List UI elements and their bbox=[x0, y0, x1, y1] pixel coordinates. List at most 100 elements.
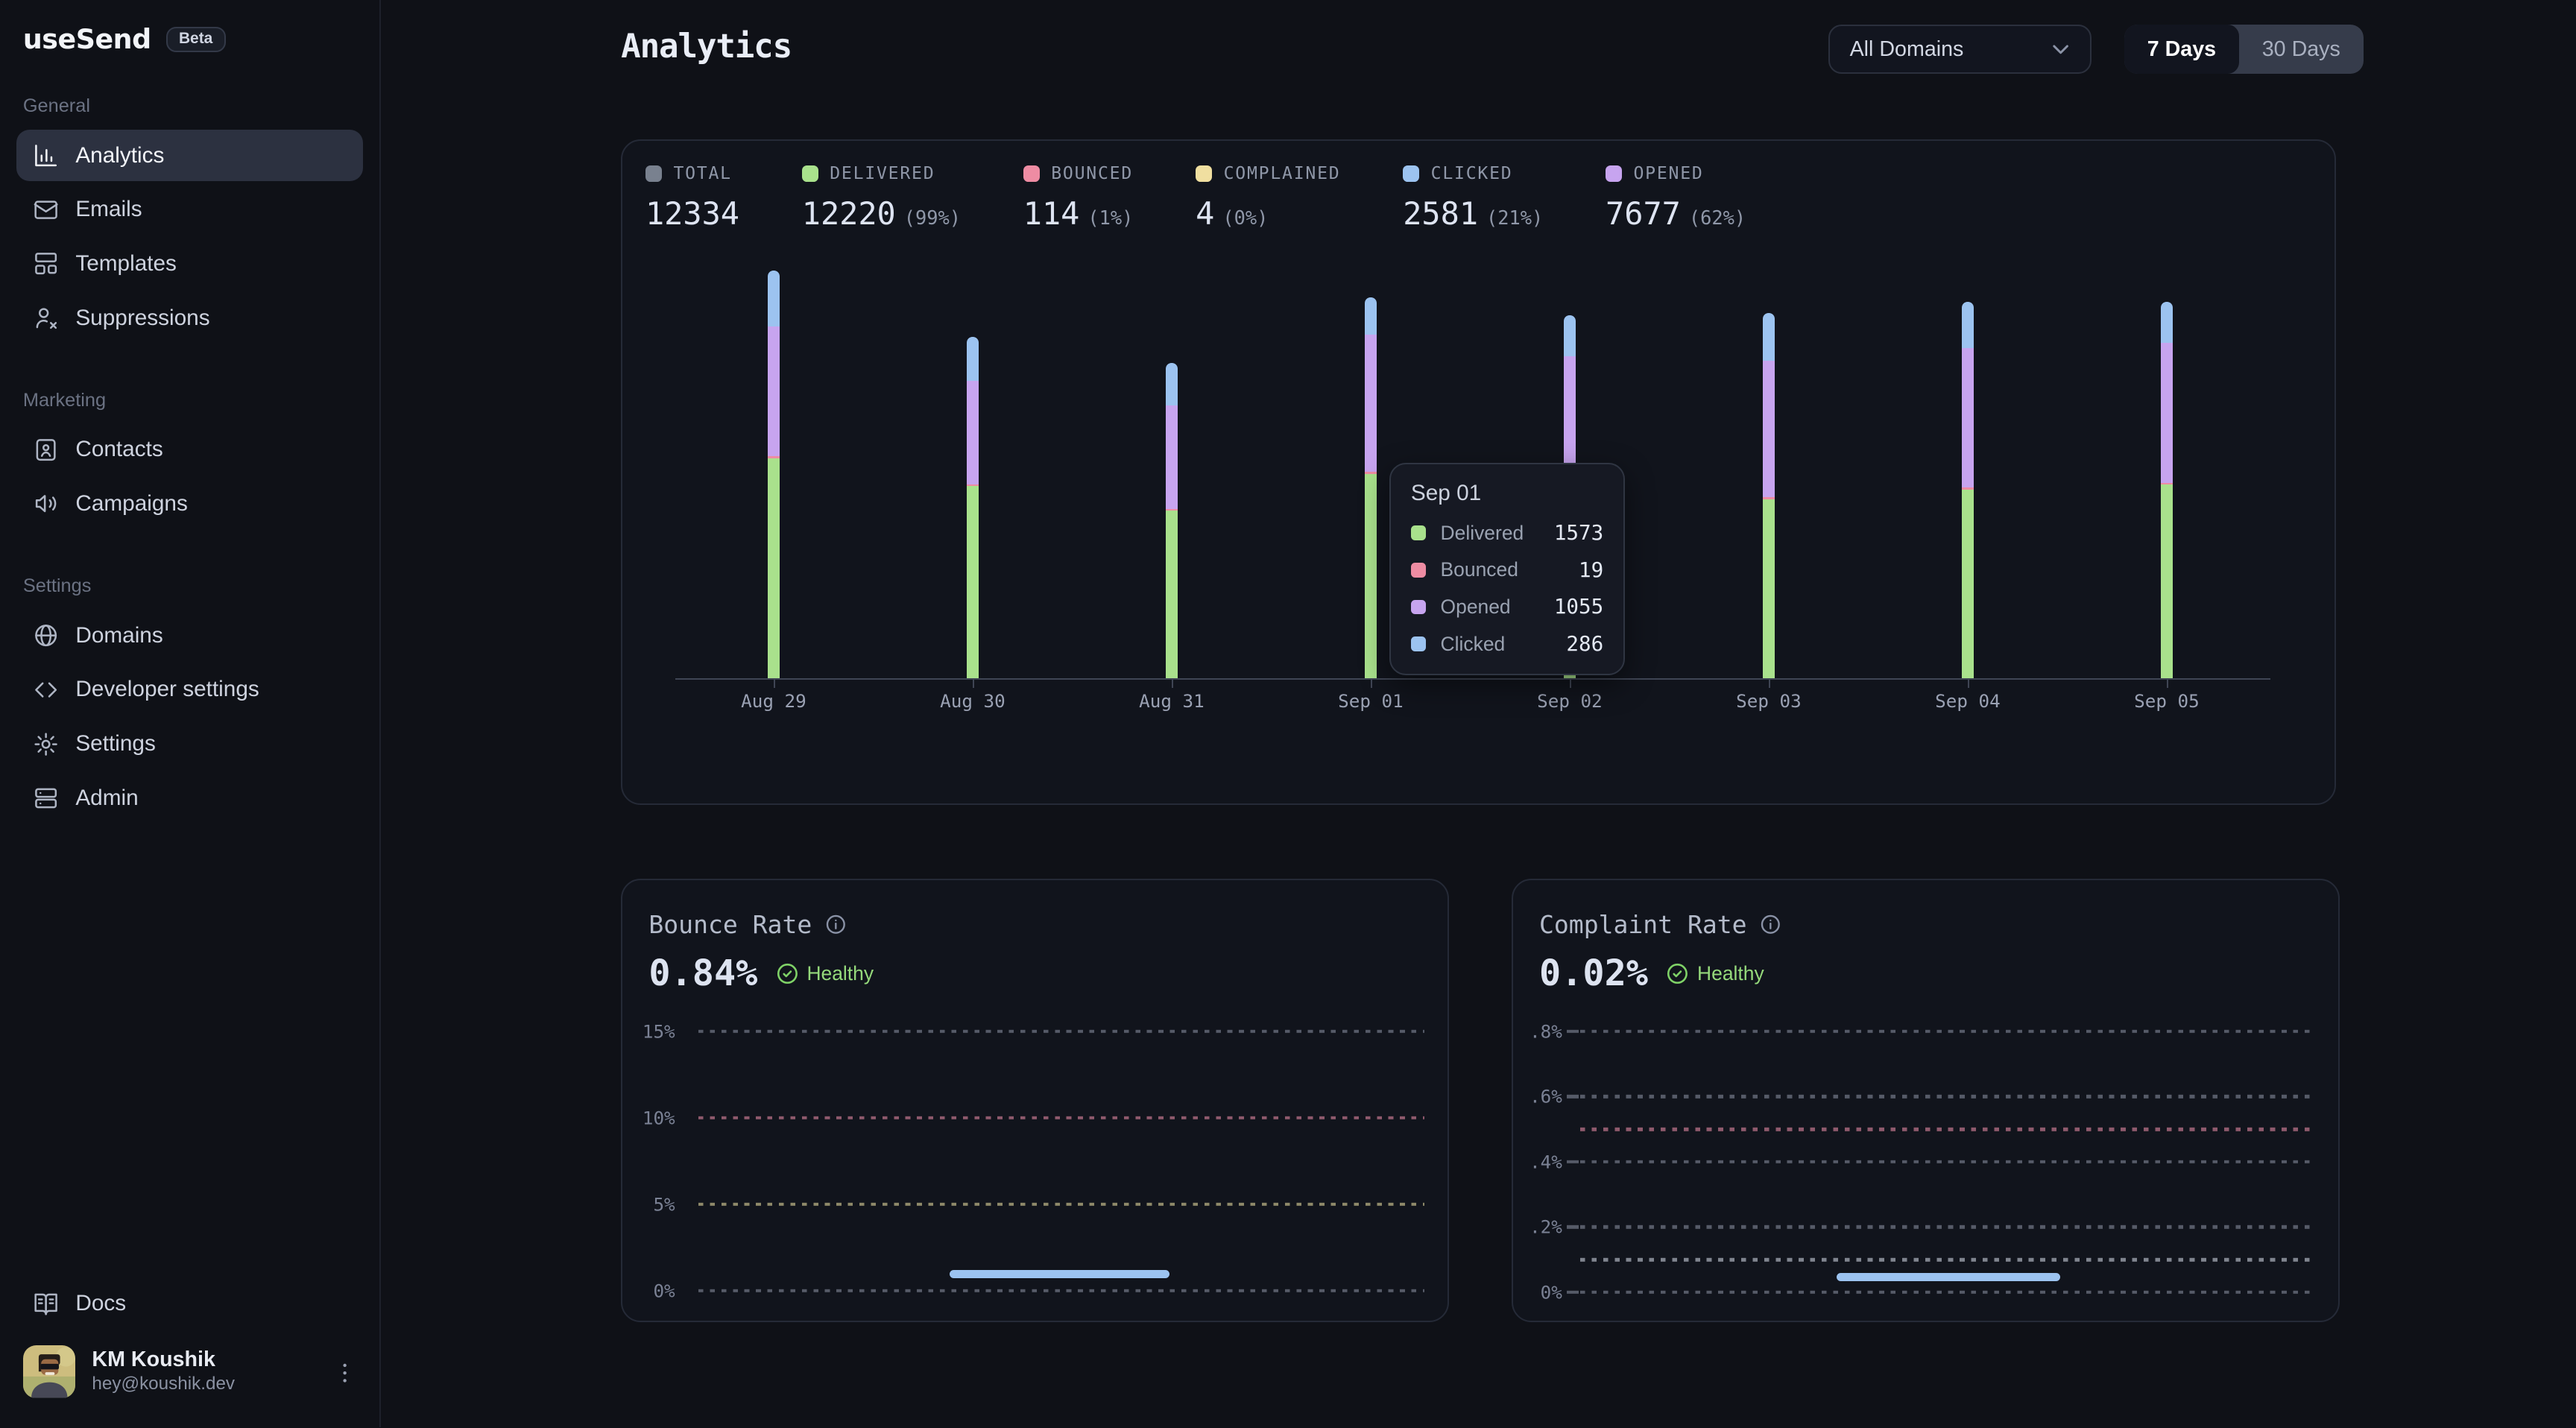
bar-sep-03[interactable] bbox=[1763, 313, 1774, 678]
x-axis-label: Aug 29 bbox=[741, 690, 806, 712]
sidebar-nav: General AnalyticsEmailsTemplatesSuppressi… bbox=[16, 95, 363, 824]
y-axis-tick bbox=[1567, 1095, 1578, 1098]
domain-filter-value: All Domains bbox=[1850, 37, 1964, 62]
sidebar-item-admin[interactable]: Admin bbox=[16, 773, 363, 824]
bar-sep-01[interactable] bbox=[1365, 297, 1376, 678]
bar-segment-clicked bbox=[2161, 302, 2172, 343]
x-axis-label: Sep 02 bbox=[1537, 690, 1603, 712]
gridline bbox=[1580, 1030, 2311, 1033]
date-range-toggle: 7 Days30 Days bbox=[2124, 25, 2364, 74]
sidebar-item-developer-settings[interactable]: Developer settings bbox=[16, 664, 363, 715]
bar-segment-opened bbox=[1564, 356, 1575, 494]
bar-sep-04[interactable] bbox=[1962, 302, 1973, 678]
domain-filter-select[interactable]: All Domains bbox=[1828, 25, 2092, 74]
bar-sep-02[interactable] bbox=[1564, 315, 1575, 679]
y-axis-label: 10% bbox=[622, 1107, 675, 1128]
server-icon bbox=[33, 785, 59, 811]
bar-segment-opened bbox=[1365, 335, 1376, 472]
sidebar-item-analytics[interactable]: Analytics bbox=[16, 130, 363, 180]
gridline bbox=[698, 1289, 1424, 1292]
complaint-status-badge: Healthy bbox=[1666, 962, 1764, 985]
sidebar-item-domains[interactable]: Domains bbox=[16, 610, 363, 661]
megaphone-icon bbox=[33, 490, 59, 516]
x-axis-tick bbox=[2167, 680, 2168, 688]
x-axis-tick bbox=[1172, 680, 1173, 688]
app-window: useSend Beta GeneralAnalyticsEmailsTempl… bbox=[0, 0, 2576, 1427]
main-content: Analytics All Domains 7 Days30 Days TOTA… bbox=[381, 0, 2576, 1427]
check-circle-icon bbox=[776, 962, 799, 985]
bar-segment-clicked bbox=[1365, 297, 1376, 335]
sidebar-item-docs[interactable]: Docs bbox=[16, 1278, 363, 1329]
y-axis-label: .4% bbox=[1513, 1151, 1562, 1172]
bar-segment-opened bbox=[1962, 348, 1973, 487]
gridline bbox=[698, 1203, 1424, 1206]
sidebar-item-campaigns[interactable]: Campaigns bbox=[16, 478, 363, 529]
complaint-rate-title: Complaint Rate bbox=[1539, 910, 1747, 939]
sidebar-item-emails[interactable]: Emails bbox=[16, 184, 363, 235]
bar-segment-delivered bbox=[1564, 496, 1575, 678]
y-axis-label: .8% bbox=[1513, 1020, 1562, 1042]
y-axis-label: 0% bbox=[622, 1280, 675, 1301]
contact-book-icon bbox=[33, 437, 59, 463]
info-icon[interactable] bbox=[825, 914, 847, 935]
y-axis-label: 0% bbox=[1513, 1281, 1562, 1303]
mail-icon bbox=[33, 197, 59, 223]
bar-aug-29[interactable] bbox=[768, 271, 779, 678]
bar-segment-delivered bbox=[1166, 511, 1177, 678]
range-option-30-days[interactable]: 30 Days bbox=[2239, 25, 2364, 74]
bar-segment-clicked bbox=[1564, 315, 1575, 356]
y-axis-tick bbox=[1567, 1030, 1578, 1033]
nav-section-label-settings: Settings bbox=[23, 575, 357, 597]
gridline bbox=[1580, 1258, 2311, 1261]
x-axis-tick bbox=[1371, 680, 1372, 688]
user-row[interactable]: KM Koushik hey@koushik.dev bbox=[16, 1333, 363, 1415]
bar-segment-opened bbox=[1166, 405, 1177, 509]
globe-icon bbox=[33, 622, 59, 648]
bar-segment-opened bbox=[967, 381, 978, 484]
bar-aug-30[interactable] bbox=[967, 337, 978, 678]
bar-sep-05[interactable] bbox=[2161, 302, 2172, 678]
x-axis-label: Aug 30 bbox=[940, 690, 1006, 712]
user-x-icon bbox=[33, 305, 59, 331]
bar-segment-clicked bbox=[768, 271, 779, 326]
x-axis-tick bbox=[774, 680, 775, 688]
x-axis-label: Sep 04 bbox=[1935, 690, 2001, 712]
bar-chart-icon bbox=[33, 142, 59, 168]
rate-line-segment bbox=[950, 1270, 1169, 1278]
sidebar-footer: Docs KM Koushik bbox=[16, 1278, 363, 1415]
sidebar-item-settings[interactable]: Settings bbox=[16, 718, 363, 769]
x-axis-tick bbox=[1968, 680, 1969, 688]
bounce-rate-title: Bounce Rate bbox=[648, 910, 812, 939]
x-axis-tick bbox=[1570, 680, 1571, 688]
layout-icon bbox=[33, 250, 59, 277]
bounce-rate-value: 0.84% bbox=[648, 952, 757, 994]
stacked-bar-chart bbox=[675, 141, 2269, 678]
page-title: Analytics bbox=[621, 28, 792, 66]
info-icon[interactable] bbox=[1760, 914, 1781, 935]
x-axis-line bbox=[675, 678, 2270, 680]
bounce-status-badge: Healthy bbox=[776, 962, 874, 985]
nav-section-label-general: General bbox=[23, 95, 357, 117]
sidebar-item-contacts[interactable]: Contacts bbox=[16, 424, 363, 475]
bar-aug-31[interactable] bbox=[1166, 363, 1177, 678]
bar-segment-opened bbox=[768, 326, 779, 456]
bar-segment-clicked bbox=[967, 337, 978, 382]
gridline bbox=[1580, 1225, 2311, 1228]
check-circle-icon bbox=[1666, 962, 1689, 985]
x-axis-label: Sep 03 bbox=[1736, 690, 1802, 712]
x-axis-tick bbox=[973, 680, 974, 688]
range-option-7-days[interactable]: 7 Days bbox=[2124, 25, 2239, 74]
bar-segment-opened bbox=[1763, 361, 1774, 497]
stat-dot bbox=[645, 165, 662, 182]
sidebar-item-suppressions[interactable]: Suppressions bbox=[16, 293, 363, 344]
bar-segment-delivered bbox=[1365, 474, 1376, 678]
bar-segment-delivered bbox=[1763, 499, 1774, 678]
bar-segment-clicked bbox=[1763, 313, 1774, 361]
bar-segment-delivered bbox=[768, 458, 779, 678]
sidebar-item-templates[interactable]: Templates bbox=[16, 238, 363, 289]
y-axis-label: .6% bbox=[1513, 1086, 1562, 1108]
avatar bbox=[23, 1345, 76, 1398]
rate-line-segment bbox=[1837, 1273, 2060, 1281]
header-controls: All Domains 7 Days30 Days bbox=[1828, 25, 2364, 74]
user-menu-kebab-icon[interactable] bbox=[330, 1353, 360, 1393]
